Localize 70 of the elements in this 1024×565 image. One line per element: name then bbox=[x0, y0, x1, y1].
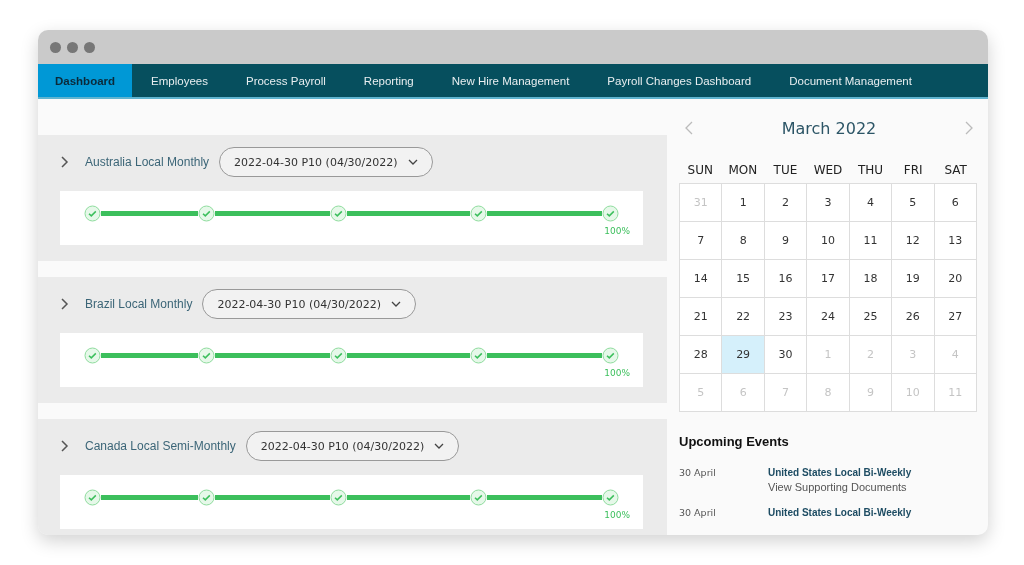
period-dropdown[interactable]: 2022-04-30 P10 (04/30/2022) bbox=[245, 431, 460, 461]
progress-percent: 100% bbox=[604, 510, 630, 520]
calendar-day[interactable]: 3 bbox=[807, 184, 850, 222]
nav-tab[interactable]: Dashboard bbox=[38, 64, 133, 97]
weekday-label: TUE bbox=[772, 163, 799, 177]
window-control-icon[interactable] bbox=[84, 41, 95, 53]
payroll-name: Canada Local Semi-Monthly bbox=[85, 439, 236, 453]
window-control-icon[interactable] bbox=[67, 41, 78, 53]
progress-percent: 100% bbox=[604, 368, 630, 378]
nav-tab[interactable]: Process Payroll bbox=[226, 64, 345, 97]
nav-tab[interactable]: Payroll Changes Dashboard bbox=[588, 64, 771, 97]
chevron-right-icon[interactable] bbox=[60, 156, 69, 168]
calendar-day[interactable]: 26 bbox=[892, 298, 935, 336]
calendar-day[interactable]: 28 bbox=[680, 336, 723, 374]
nav-tab[interactable]: Document Management bbox=[770, 64, 931, 97]
payroll-name: Brazil Local Monthly bbox=[85, 297, 193, 311]
weekday-label: SUN bbox=[686, 163, 714, 177]
payroll-name: Australia Local Monthly bbox=[85, 155, 210, 169]
weekday-label: FRI bbox=[902, 163, 924, 177]
event-detail: View Supporting Documents bbox=[768, 481, 908, 493]
calendar-day[interactable]: 21 bbox=[680, 298, 723, 336]
chevron-left-icon[interactable] bbox=[685, 121, 693, 135]
chevron-down-icon bbox=[434, 443, 445, 449]
calendar-day[interactable]: 6 bbox=[934, 184, 977, 222]
calendar-day[interactable]: 12 bbox=[892, 222, 935, 260]
month-title: March 2022 bbox=[781, 118, 877, 138]
event-date: 30 April bbox=[679, 467, 717, 480]
calendar-day[interactable]: 19 bbox=[892, 260, 935, 298]
calendar-day[interactable]: 30 bbox=[764, 336, 808, 374]
calendar-day[interactable]: 22 bbox=[722, 298, 765, 336]
period-dropdown[interactable]: 2022-04-30 P10 (04/30/2022) bbox=[202, 289, 416, 319]
calendar-day[interactable]: 2 bbox=[764, 184, 808, 222]
calendar-day[interactable]: 4 bbox=[849, 184, 893, 222]
weekday-label: SAT bbox=[943, 163, 968, 177]
progress-percent: 100% bbox=[604, 226, 630, 236]
chevron-right-icon[interactable] bbox=[60, 440, 69, 452]
calendar-day[interactable]: 23 bbox=[764, 298, 808, 336]
section-title: Upcoming Events bbox=[679, 434, 790, 449]
calendar-day[interactable]: 11 bbox=[849, 222, 893, 260]
calendar-day[interactable]: 17 bbox=[807, 260, 850, 298]
calendar-day[interactable]: 8 bbox=[722, 222, 765, 260]
calendar-day[interactable]: 16 bbox=[764, 260, 808, 298]
calendar-day[interactable]: 27 bbox=[934, 298, 977, 336]
period-dropdown[interactable]: 2022-04-30 P10 (04/30/2022) bbox=[219, 147, 433, 177]
weekday-label: MON bbox=[727, 163, 759, 177]
event-link[interactable]: United States Local Bi-Weekly bbox=[768, 467, 912, 478]
calendar-day[interactable]: 20 bbox=[934, 260, 977, 298]
calendar-day[interactable]: 15 bbox=[722, 260, 765, 298]
calendar-day[interactable]: 10 bbox=[807, 222, 850, 260]
event-date: 30 April bbox=[679, 507, 717, 518]
calendar-day[interactable]: 13 bbox=[934, 222, 977, 260]
calendar-day[interactable]: 14 bbox=[680, 260, 723, 298]
calendar-day[interactable]: 7 bbox=[680, 222, 723, 260]
calendar-day[interactable]: 29 bbox=[722, 336, 765, 374]
window-control-icon[interactable] bbox=[50, 41, 61, 53]
calendar-day[interactable]: 1 bbox=[722, 184, 765, 222]
nav-tab[interactable]: New Hire Management bbox=[432, 64, 589, 97]
calendar-day[interactable]: 18 bbox=[849, 260, 893, 298]
nav-tab[interactable]: Employees bbox=[132, 64, 227, 97]
calendar-day[interactable]: 9 bbox=[764, 222, 808, 260]
calendar-day[interactable]: 25 bbox=[849, 298, 893, 336]
weekday-label: WED bbox=[812, 163, 844, 177]
event-link[interactable]: United States Local Bi-Weekly bbox=[768, 507, 912, 518]
calendar-day[interactable]: 24 bbox=[807, 298, 850, 336]
chevron-right-icon[interactable] bbox=[60, 298, 69, 310]
weekday-label: THU bbox=[857, 163, 885, 177]
nav-tab[interactable]: Reporting bbox=[344, 64, 433, 97]
chevron-down-icon bbox=[407, 159, 418, 165]
calendar-day[interactable]: 5 bbox=[892, 184, 935, 222]
chevron-down-icon bbox=[390, 301, 401, 307]
